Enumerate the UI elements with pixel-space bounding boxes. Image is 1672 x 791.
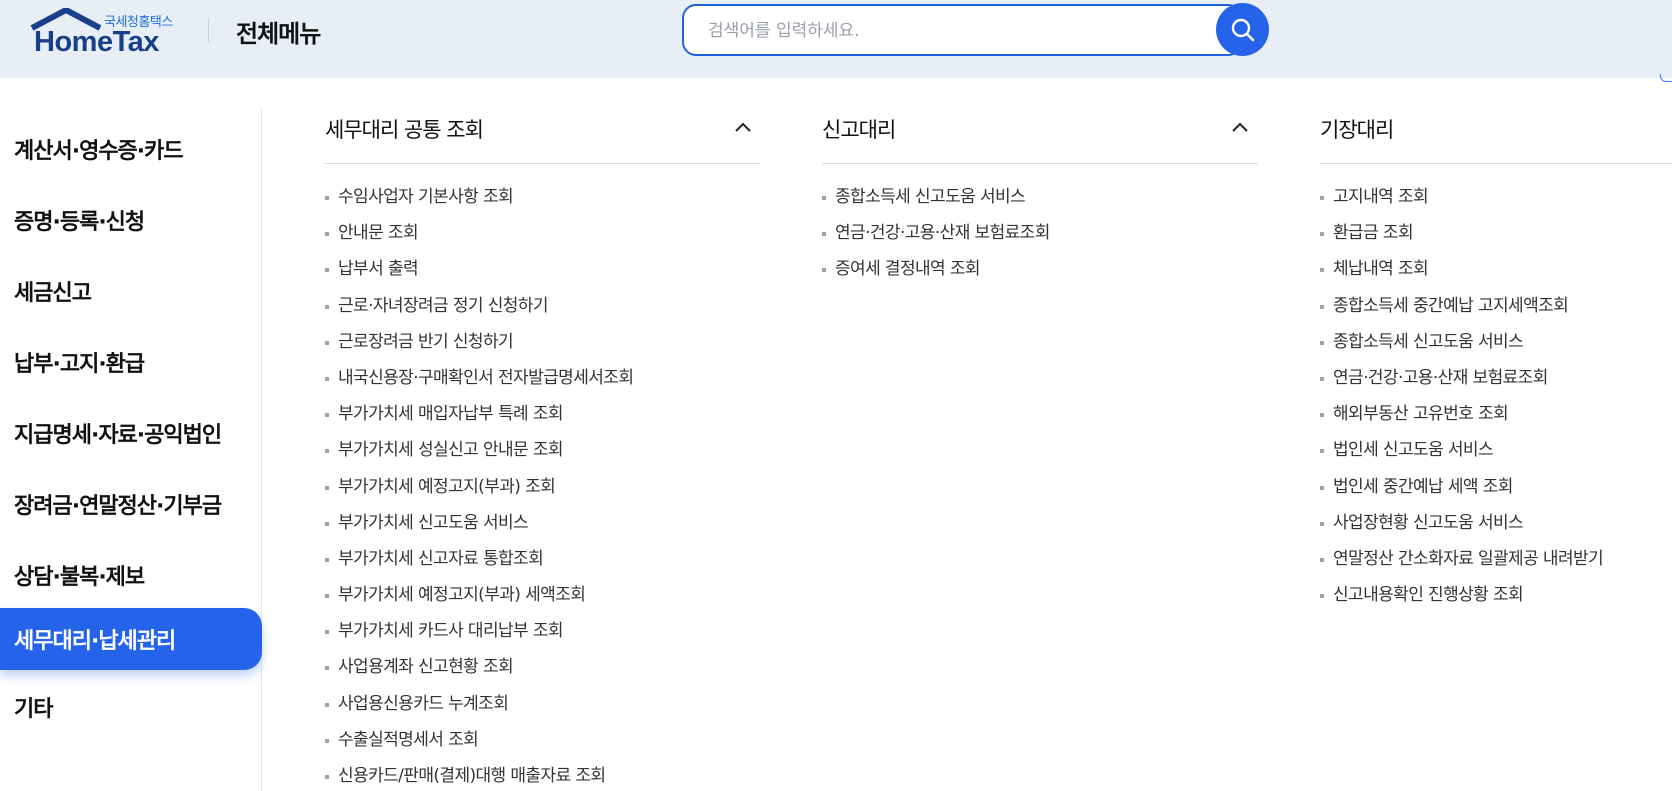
nav-item-other[interactable]: 기타 <box>0 676 262 738</box>
menu-list: 종합소득세 신고도움 서비스 연금·건강·고용·산재 보험료조회 증여세 결정내… <box>822 164 1258 293</box>
menu-link[interactable]: 안내문 조회 <box>325 220 761 256</box>
nav-item-consultation-appeal[interactable]: 상담·불복·제보 <box>0 544 262 606</box>
menu-link[interactable]: 근로장려금 반기 신청하기 <box>325 329 761 365</box>
column-header[interactable]: 기장대리 <box>1320 104 1672 164</box>
menu-link[interactable]: 부가가치세 성실신고 안내문 조회 <box>325 437 761 473</box>
menu-link[interactable]: 내국신용장·구매확인서 전자발급명세서조회 <box>325 365 761 401</box>
column-title: 세무대리 공통 조회 <box>325 118 484 142</box>
menu-link[interactable]: 부가가치세 매입자납부 특례 조회 <box>325 401 761 437</box>
menu-link[interactable]: 신고내용확인 진행상황 조회 <box>1320 582 1672 618</box>
nav-item-invoice-receipt-card[interactable]: 계산서·영수증·카드 <box>0 118 262 180</box>
search-input[interactable] <box>708 18 1178 44</box>
search-button[interactable] <box>1216 3 1269 56</box>
nav-item-payment-notice-refund[interactable]: 납부·고지·환급 <box>0 331 262 393</box>
menu-link[interactable]: 사업장현황 신고도움 서비스 <box>1320 510 1672 546</box>
menu-link[interactable]: 법인세 중간예납 세액 조회 <box>1320 474 1672 510</box>
menu-link[interactable]: 증여세 결정내역 조회 <box>822 256 1258 292</box>
menu-link[interactable]: 법인세 신고도움 서비스 <box>1320 437 1672 473</box>
menu-link[interactable]: 수임사업자 기본사항 조회 <box>325 184 761 220</box>
menu-link[interactable]: 수출실적명세서 조회 <box>325 727 761 763</box>
menu-link[interactable]: 체납내역 조회 <box>1320 256 1672 292</box>
header-divider <box>208 18 209 42</box>
hometax-logo[interactable]: 국세청홈택스 HomeTax <box>30 8 180 58</box>
column-title: 신고대리 <box>822 118 896 142</box>
menu-link[interactable]: 신용카드/판매(결제)대행 매출자료 조회 <box>325 763 761 791</box>
menu-link[interactable]: 납부서 출력 <box>325 256 761 292</box>
nav-item-payment-statements[interactable]: 지급명세·자료·공익법인 <box>0 402 262 464</box>
menu-list: 수임사업자 기본사항 조회 안내문 조회 납부서 출력 근로·자녀장려금 정기 … <box>325 164 761 791</box>
menu-link[interactable]: 연말정산 간소화자료 일괄제공 내려받기 <box>1320 546 1672 582</box>
search-icon <box>1231 18 1254 41</box>
column-header[interactable]: 세무대리 공통 조회 <box>325 104 761 164</box>
menu-column-filing-agent: 신고대리 종합소득세 신고도움 서비스 연금·건강·고용·산재 보험료조회 증여… <box>822 104 1258 293</box>
menu-link[interactable]: 부가가치세 예정고지(부과) 조회 <box>325 474 761 510</box>
page-title: 전체메뉴 <box>236 20 321 48</box>
menu-link[interactable]: 환급금 조회 <box>1320 220 1672 256</box>
menu-column-common-inquiry: 세무대리 공통 조회 수임사업자 기본사항 조회 안내문 조회 납부서 출력 근… <box>325 104 761 791</box>
menu-link[interactable]: 사업용계좌 신고현황 조회 <box>325 654 761 690</box>
scroll-edge-indicator <box>1660 74 1672 82</box>
menu-link[interactable]: 종합소득세 중간예납 고지세액조회 <box>1320 293 1672 329</box>
search-box <box>682 4 1242 56</box>
menu-link[interactable]: 사업용신용카드 누계조회 <box>325 691 761 727</box>
nav-item-tax-filing[interactable]: 세금신고 <box>0 260 262 322</box>
menu-link[interactable]: 부가가치세 신고자료 통합조회 <box>325 546 761 582</box>
menu-link[interactable]: 종합소득세 신고도움 서비스 <box>822 184 1258 220</box>
category-nav: 계산서·영수증·카드 증명·등록·신청 세금신고 납부·고지·환급 지급명세·자… <box>0 108 262 791</box>
menu-link[interactable]: 연금·건강·고용·산재 보험료조회 <box>1320 365 1672 401</box>
chevron-up-icon[interactable] <box>733 118 753 138</box>
menu-column-bookkeeping-agent: 기장대리 고지내역 조회 환급금 조회 체납내역 조회 종합소득세 중간예납 고… <box>1320 104 1672 618</box>
menu-link[interactable]: 부가가치세 신고도움 서비스 <box>325 510 761 546</box>
logo-wordmark: HomeTax <box>34 26 159 58</box>
header-bar: 국세청홈택스 HomeTax 전체메뉴 <box>0 0 1672 78</box>
nav-item-certificate-registration[interactable]: 증명·등록·신청 <box>0 189 262 251</box>
menu-link[interactable]: 해외부동산 고유번호 조회 <box>1320 401 1672 437</box>
column-title: 기장대리 <box>1320 118 1394 142</box>
menu-link[interactable]: 부가가치세 카드사 대리납부 조회 <box>325 618 761 654</box>
menu-link[interactable]: 고지내역 조회 <box>1320 184 1672 220</box>
menu-list: 고지내역 조회 환급금 조회 체납내역 조회 종합소득세 중간예납 고지세액조회… <box>1320 164 1672 618</box>
menu-link[interactable]: 종합소득세 신고도움 서비스 <box>1320 329 1672 365</box>
nav-item-incentives-yearend[interactable]: 장려금·연말정산·기부금 <box>0 473 262 535</box>
column-header[interactable]: 신고대리 <box>822 104 1258 164</box>
menu-link[interactable]: 연금·건강·고용·산재 보험료조회 <box>822 220 1258 256</box>
menu-link[interactable]: 근로·자녀장려금 정기 신청하기 <box>325 293 761 329</box>
menu-link[interactable]: 부가가치세 예정고지(부과) 세액조회 <box>325 582 761 618</box>
chevron-up-icon[interactable] <box>1230 118 1250 138</box>
nav-item-tax-agent-management[interactable]: 세무대리·납세관리 <box>0 608 262 670</box>
